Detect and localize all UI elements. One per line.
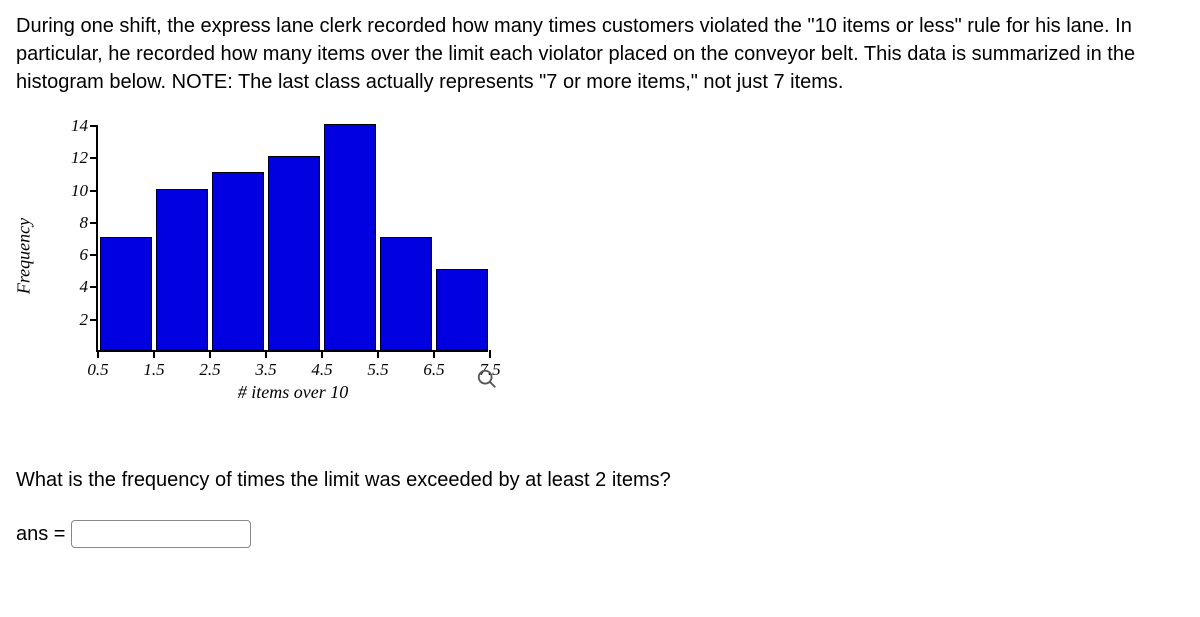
y-tick-label: 12: [71, 146, 88, 170]
y-tick-label: 2: [80, 308, 89, 332]
x-tick-label: 2.5: [199, 358, 220, 382]
y-tick-label: 10: [71, 179, 88, 203]
x-tick-label: 6.5: [423, 358, 444, 382]
x-tick-label: 0.5: [87, 358, 108, 382]
x-tick: [489, 350, 491, 358]
histogram-chart: Frequency 2468101214 0.51.52.53.54.55.56…: [46, 116, 506, 396]
y-tick-label: 6: [80, 243, 89, 267]
x-tick: [377, 350, 379, 358]
answer-input[interactable]: [71, 520, 251, 548]
y-tick: [90, 254, 98, 256]
x-axis-label: # items over 10: [238, 380, 348, 405]
y-tick: [90, 319, 98, 321]
histogram-bar: [212, 172, 264, 350]
x-tick: [209, 350, 211, 358]
problem-statement: During one shift, the express lane clerk…: [16, 12, 1184, 96]
x-tick: [265, 350, 267, 358]
y-tick: [90, 286, 98, 288]
y-tick: [90, 190, 98, 192]
x-tick: [153, 350, 155, 358]
plot-area: 2468101214 0.51.52.53.54.55.56.57.5 # it…: [96, 126, 488, 352]
histogram-bar: [156, 189, 208, 350]
histogram-bar: [380, 237, 432, 350]
magnify-icon[interactable]: [476, 368, 498, 398]
y-tick-label: 8: [80, 211, 89, 235]
x-tick: [321, 350, 323, 358]
x-tick: [433, 350, 435, 358]
histogram-bar: [268, 156, 320, 350]
y-tick: [90, 125, 98, 127]
x-tick-label: 3.5: [255, 358, 276, 382]
histogram-bar: [436, 269, 488, 350]
answer-row: ans =: [16, 520, 1184, 548]
x-tick-label: 4.5: [311, 358, 332, 382]
answer-label: ans =: [16, 520, 65, 548]
histogram-bar: [100, 237, 152, 350]
y-axis-label: Frequency: [11, 218, 36, 294]
y-tick: [90, 222, 98, 224]
x-tick-label: 5.5: [367, 358, 388, 382]
y-tick-label: 4: [80, 276, 89, 300]
y-tick-label: 14: [71, 114, 88, 138]
histogram-bar: [324, 124, 376, 350]
question-text: What is the frequency of times the limit…: [16, 466, 1184, 494]
x-tick: [97, 350, 99, 358]
y-tick: [90, 157, 98, 159]
x-tick-label: 1.5: [143, 358, 164, 382]
